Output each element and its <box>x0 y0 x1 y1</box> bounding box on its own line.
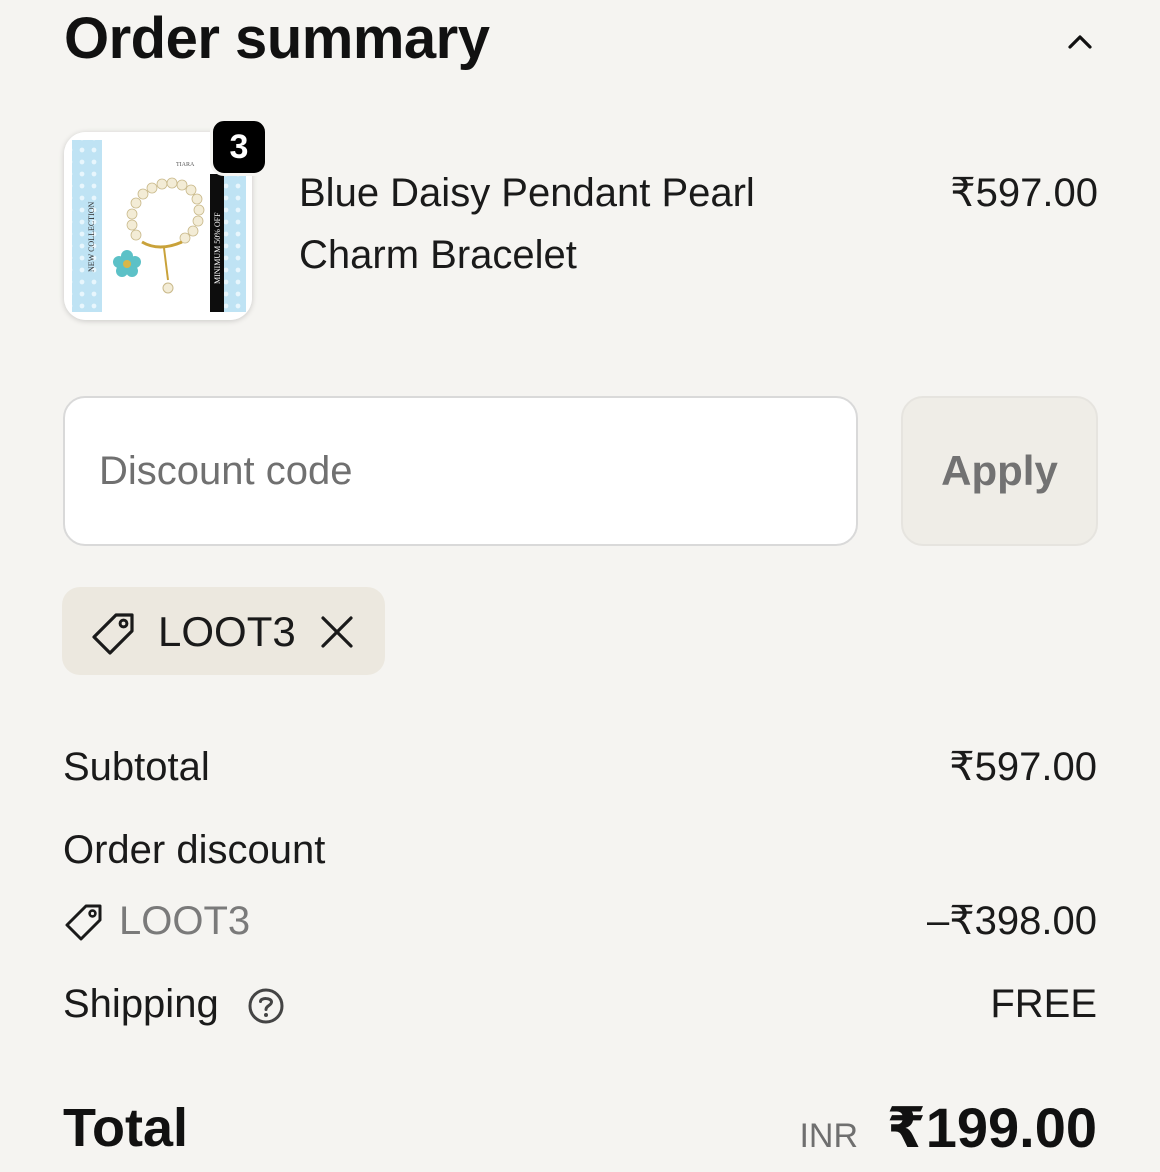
image-text-right: MINIMUM 50% OFF <box>213 212 222 284</box>
image-text-left: NEW COLLECTION <box>87 201 96 272</box>
product-name: Blue Daisy Pendant Pearl Charm Bracelet <box>299 171 755 277</box>
quantity-badge: 3 <box>210 118 268 176</box>
shipping-label: Shipping <box>63 982 219 1026</box>
subtotal-label: Subtotal <box>63 745 210 789</box>
order-summary-header[interactable]: Order summary <box>64 0 1098 84</box>
discount-code-input[interactable] <box>63 396 858 546</box>
page-title: Order summary <box>64 6 490 71</box>
close-icon[interactable] <box>318 613 356 651</box>
image-brand: TIARA <box>176 162 195 168</box>
total-value: ₹199.00 <box>886 1096 1097 1159</box>
shipping-value: FREE <box>990 982 1097 1026</box>
chevron-up-icon[interactable] <box>1064 26 1096 58</box>
order-discount-label: Order discount <box>63 828 326 872</box>
product-price: ₹597.00 <box>950 171 1098 215</box>
help-circle-icon[interactable] <box>246 986 286 1026</box>
order-discount-code-label: LOOT3 <box>119 899 251 943</box>
subtotal-value: ₹597.00 <box>949 745 1097 789</box>
order-discount-value: –₹398.00 <box>926 899 1097 943</box>
tag-icon <box>65 904 102 941</box>
applied-discount-chip: LOOT3 <box>62 587 385 675</box>
total-label: Total <box>63 1098 188 1158</box>
product-line-item: NEW COLLECTION MINIMUM 50% OFF TIARA 3 B… <box>64 118 1098 328</box>
total-currency: INR <box>799 1117 858 1155</box>
tag-icon <box>92 613 134 655</box>
applied-discount-code: LOOT3 <box>158 608 296 655</box>
apply-button[interactable]: Apply <box>901 396 1098 546</box>
